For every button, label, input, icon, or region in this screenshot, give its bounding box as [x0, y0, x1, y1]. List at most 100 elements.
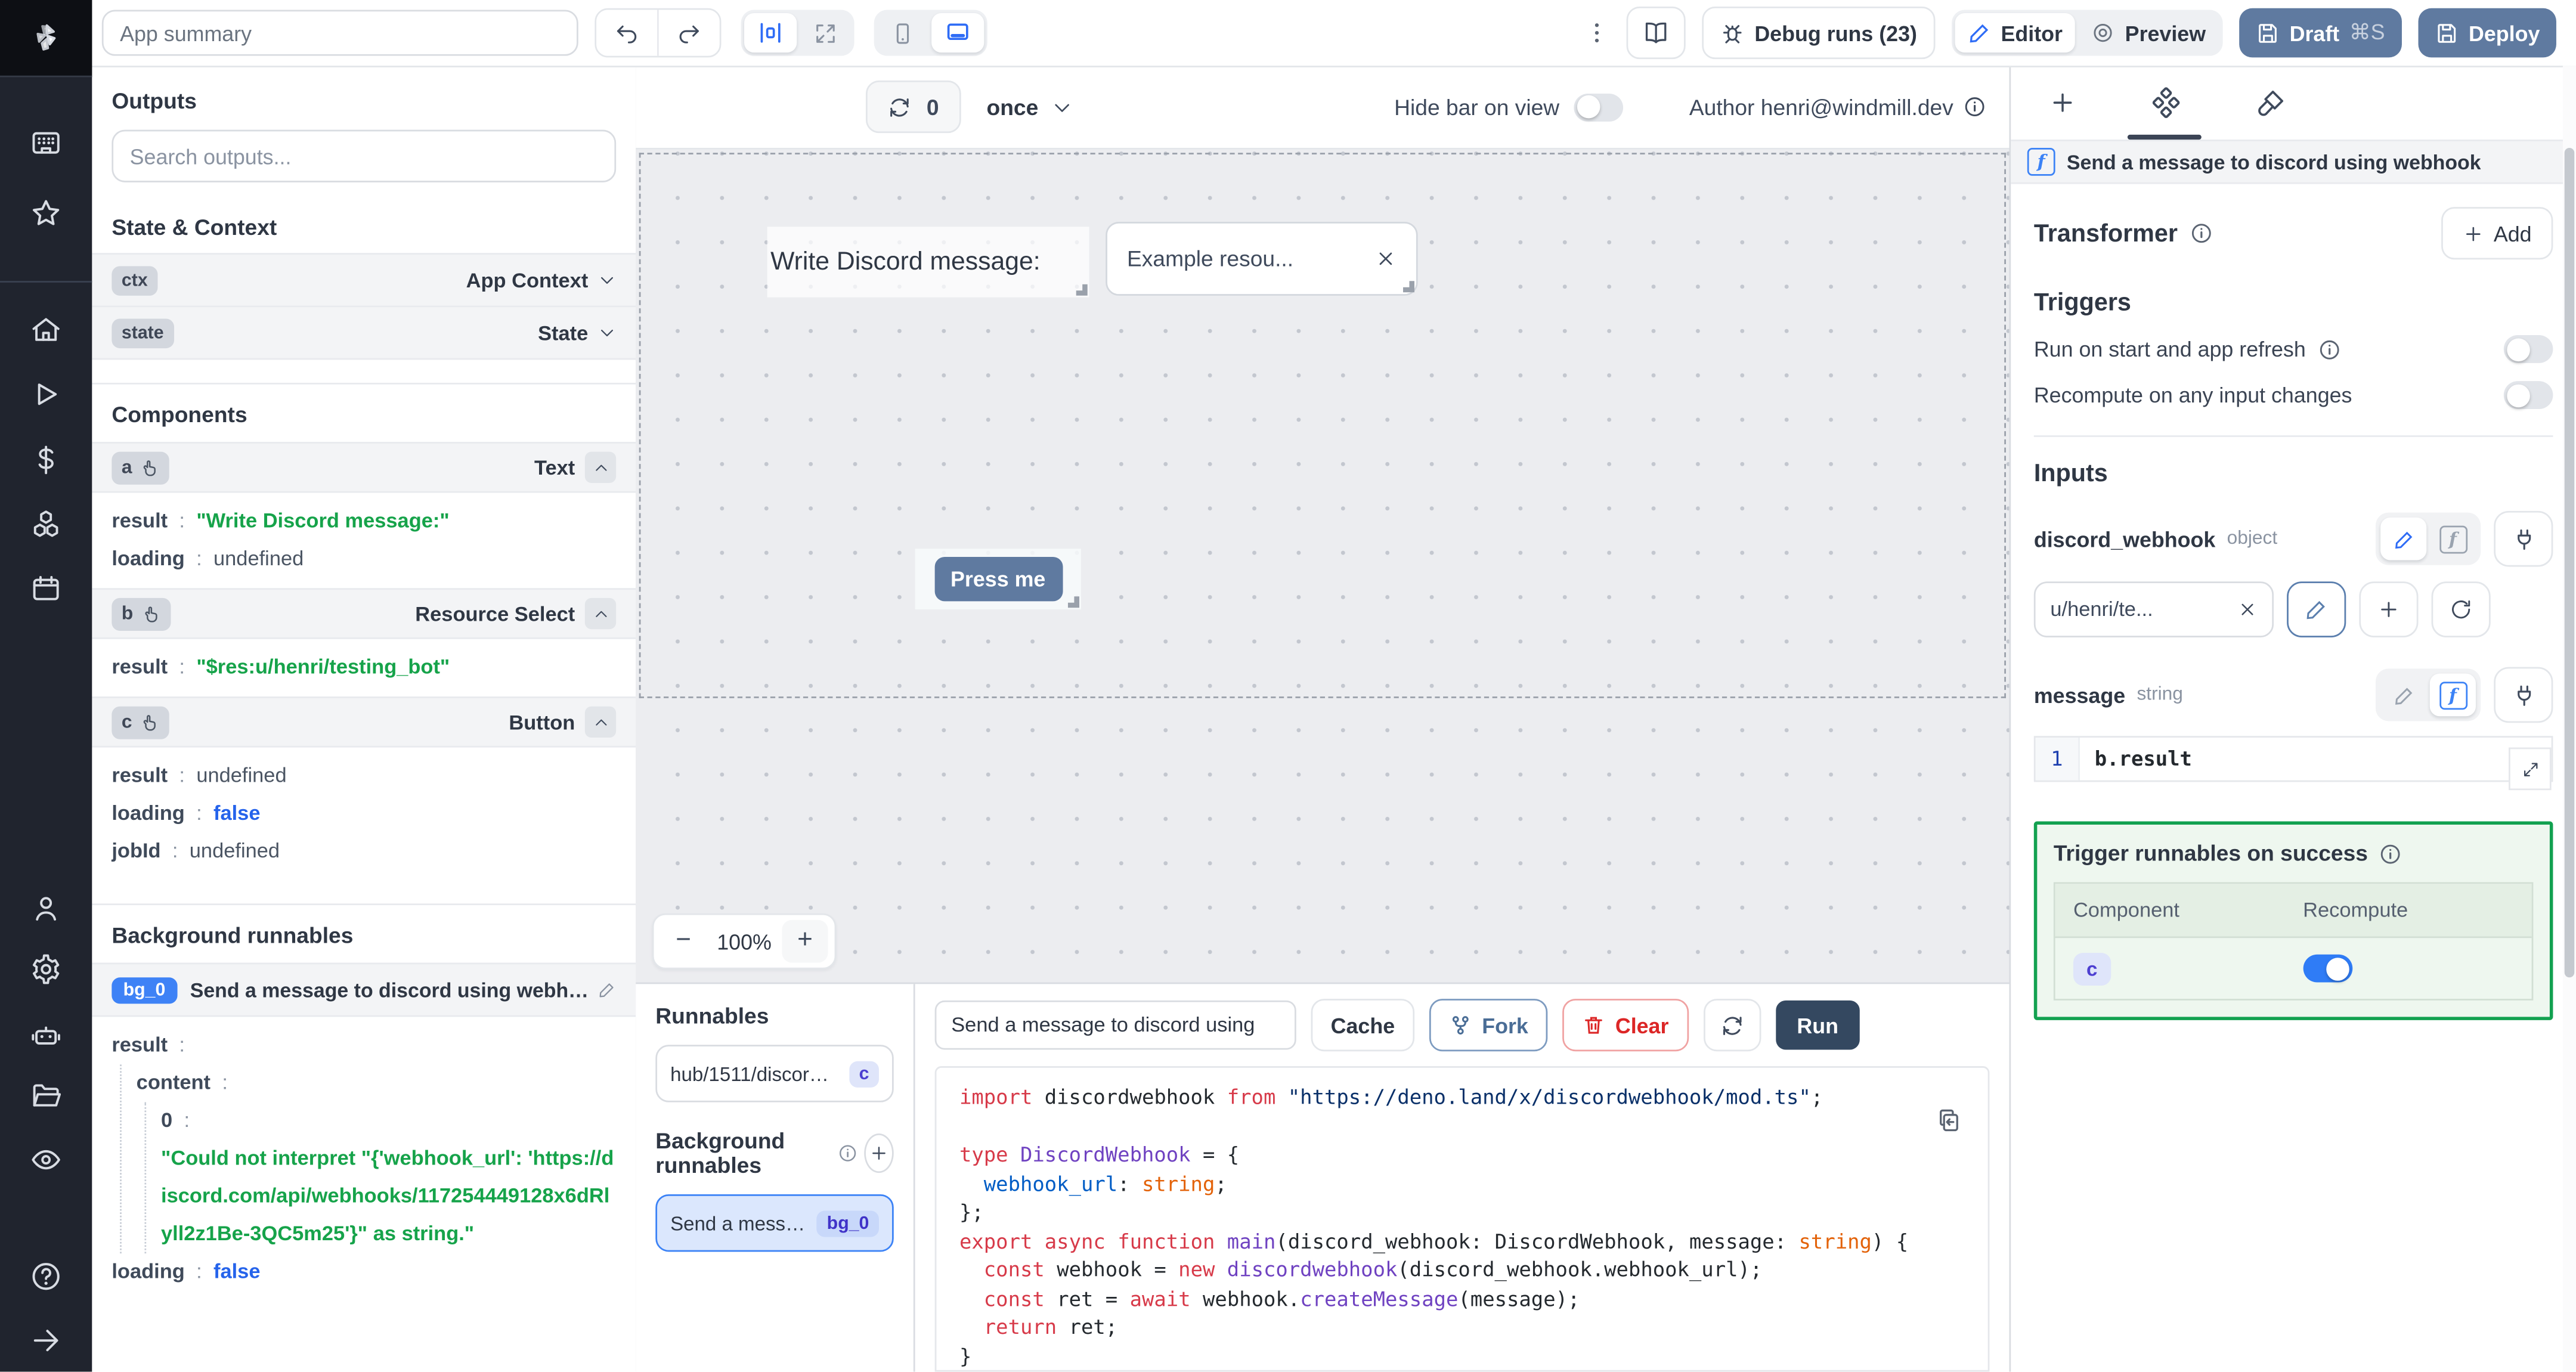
tab-component-settings[interactable] — [2114, 87, 2218, 119]
clear-icon[interactable] — [1375, 248, 1397, 270]
clear-icon[interactable] — [2237, 600, 2257, 620]
cubes-icon[interactable] — [30, 507, 63, 540]
clear-button[interactable]: Clear — [1562, 999, 1689, 1052]
apps-icon[interactable] — [30, 126, 63, 159]
component-header-a[interactable]: a Text — [92, 442, 636, 493]
background-runnables-title: Background runnables — [112, 923, 354, 948]
collapse-button[interactable] — [584, 597, 617, 630]
static-mode-button[interactable] — [2380, 674, 2426, 717]
tab-insert-component[interactable] — [2011, 89, 2114, 117]
add-resource-button[interactable] — [2359, 581, 2419, 637]
fork-icon — [1452, 1016, 1469, 1035]
eval-mode-button[interactable]: f — [2430, 518, 2476, 560]
chevron-down-icon — [1055, 103, 1070, 112]
collapse-button[interactable] — [584, 706, 617, 738]
scrollbar-thumb[interactable] — [2564, 147, 2575, 978]
add-transformer-button[interactable]: Add — [2441, 207, 2553, 260]
hand-pointer-icon — [144, 459, 157, 476]
recompute-toggle[interactable] — [2503, 381, 2553, 410]
add-bg-runnable-button[interactable] — [864, 1133, 894, 1173]
resize-handle[interactable] — [1067, 596, 1080, 608]
docs-button[interactable] — [1626, 7, 1686, 60]
bg-runnable-header[interactable]: bg_0 Send a message to discord using web… — [92, 962, 636, 1017]
expand-canvas-button[interactable] — [800, 13, 851, 52]
header-right-actions: Debug runs (23) Editor Preview Draft ⌘S — [1584, 7, 2556, 60]
connect-input-button[interactable] — [2494, 510, 2553, 567]
gear-icon[interactable] — [30, 953, 63, 986]
app-summary-input[interactable] — [101, 10, 578, 56]
context-row-ctx[interactable]: ctx App Context — [92, 253, 636, 306]
canvas-zoom-control: − 100% + — [652, 913, 837, 970]
bg-runnable-result-tree: result: content: 0: "Could not interpret… — [112, 1017, 616, 1291]
component-header-b[interactable]: b Resource Select — [92, 588, 636, 639]
robot-icon[interactable] — [30, 1020, 63, 1053]
component-header-c[interactable]: c Button — [92, 696, 636, 748]
redo-button[interactable] — [657, 10, 720, 56]
resource-picker[interactable]: u/henri/te... — [2033, 581, 2274, 637]
connect-input-button[interactable] — [2494, 667, 2553, 723]
zoom-in-button[interactable]: + — [782, 919, 828, 963]
zoom-out-button[interactable]: − — [661, 920, 707, 963]
press-me-button[interactable]: Press me — [934, 556, 1063, 602]
collapse-button[interactable] — [584, 451, 617, 483]
bg-runnable-item-selected[interactable]: Send a message... bg_0 — [655, 1194, 894, 1252]
arrow-right-icon[interactable] — [30, 1324, 63, 1357]
run-mode-dropdown[interactable]: once — [986, 94, 1073, 119]
deploy-button[interactable]: Deploy — [2417, 8, 2556, 58]
run-button[interactable]: Run — [1775, 1000, 1860, 1050]
search-outputs-input[interactable] — [112, 129, 617, 182]
refresh-resource-button[interactable] — [2431, 581, 2491, 637]
fork-button[interactable]: Fork — [1429, 999, 1548, 1052]
zoom-level: 100% — [717, 929, 772, 954]
calendar-icon[interactable] — [30, 572, 63, 605]
context-row-state[interactable]: state State — [92, 305, 636, 360]
play-icon[interactable] — [30, 378, 63, 411]
expand-editor-button[interactable] — [2509, 747, 2552, 791]
tab-preview[interactable]: Preview — [2079, 13, 2219, 52]
chevron-down-icon — [601, 329, 613, 337]
cache-button[interactable]: Cache — [1311, 999, 1415, 1052]
tab-styling[interactable] — [2218, 88, 2321, 117]
copy-code-icon[interactable] — [1936, 1107, 1962, 1133]
eye-icon[interactable] — [30, 1144, 63, 1176]
resource-select-component[interactable]: Example resou... — [1106, 221, 1418, 296]
button-component-wrapper[interactable]: Press me — [915, 549, 1081, 610]
draft-button[interactable]: Draft ⌘S — [2238, 8, 2402, 58]
right-scrollbar[interactable] — [2562, 66, 2576, 1372]
message-expression-editor[interactable]: 1 b.result — [2033, 736, 2553, 791]
app-canvas[interactable]: Write Discord message: Example resou... … — [636, 149, 2010, 983]
user-icon[interactable] — [30, 892, 63, 925]
windmill-logo[interactable] — [0, 0, 92, 78]
text-component[interactable]: Write Discord message: — [767, 227, 1089, 298]
refresh-code-button[interactable] — [1703, 999, 1761, 1052]
star-icon[interactable] — [30, 197, 63, 230]
ctx-badge: ctx — [112, 265, 158, 295]
resize-handle[interactable] — [1402, 281, 1415, 293]
code-editor-panel: Cache Fork Clear Run import discordwebho… — [913, 984, 2010, 1372]
dollar-icon[interactable] — [30, 444, 63, 476]
hide-bar-toggle[interactable] — [1574, 92, 1624, 121]
kebab-menu-icon[interactable] — [1584, 20, 1610, 46]
refresh-icon — [2452, 600, 2470, 619]
center-align-button[interactable] — [744, 13, 797, 53]
undo-button[interactable] — [596, 10, 658, 56]
tab-editor[interactable]: Editor — [1955, 13, 2076, 53]
code-editor[interactable]: import discordwebhook from "https://deno… — [934, 1066, 1990, 1372]
recompute-c-toggle[interactable] — [2303, 954, 2352, 983]
resize-handle[interactable] — [1076, 284, 1088, 296]
runnable-name-input[interactable] — [934, 1000, 1296, 1050]
component-props-b: result: "$res:u/henri/testing_bot" — [112, 655, 450, 679]
home-icon[interactable] — [30, 314, 63, 346]
desktop-view-button[interactable] — [931, 13, 984, 53]
mobile-view-button[interactable] — [877, 13, 928, 52]
static-mode-button[interactable] — [2380, 517, 2427, 560]
runnable-item[interactable]: hub/1511/discord/se... c — [655, 1045, 894, 1102]
refresh-count-control[interactable]: 0 — [865, 80, 961, 134]
eval-mode-button[interactable]: f — [2429, 673, 2476, 717]
help-icon[interactable] — [30, 1260, 63, 1293]
run-on-start-toggle[interactable] — [2503, 335, 2553, 363]
edit-resource-button[interactable] — [2287, 581, 2346, 637]
hide-bar-label: Hide bar on view — [1394, 94, 1560, 119]
debug-runs-button[interactable]: Debug runs (23) — [1702, 7, 1936, 60]
folder-icon[interactable] — [30, 1079, 63, 1112]
